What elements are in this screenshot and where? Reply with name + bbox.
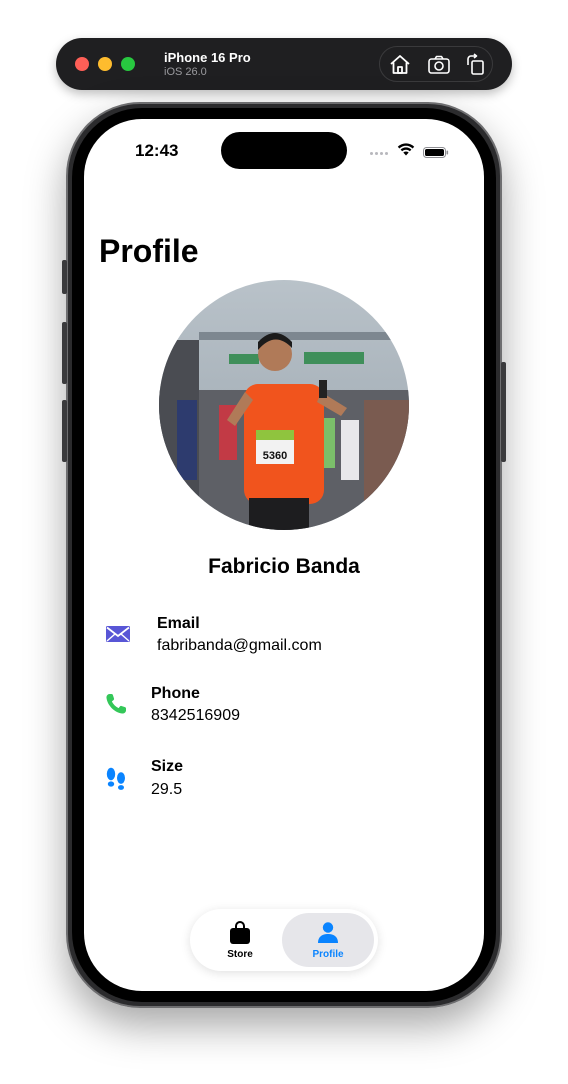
size-value: 29.5 — [151, 781, 183, 798]
device-name: iPhone 16 Pro — [164, 50, 251, 65]
phone-label: Phone — [151, 685, 200, 702]
bag-icon — [229, 921, 251, 945]
email-row: Email fabribanda@gmail.com — [84, 615, 484, 665]
tab-store[interactable]: Store — [194, 913, 286, 967]
battery-icon — [423, 145, 449, 158]
phone-value: 8342516909 — [151, 707, 240, 724]
envelope-icon — [105, 621, 131, 647]
screenshot-icon[interactable] — [427, 53, 451, 77]
simulator-toolbar: iPhone 16 Pro iOS 26.0 — [56, 38, 512, 90]
email-value: fabribanda@gmail.com — [157, 637, 322, 654]
size-label: Size — [151, 758, 184, 775]
action-button — [62, 260, 67, 294]
tab-profile-label: Profile — [312, 949, 344, 960]
status-time: 12:43 — [135, 141, 179, 160]
tab-store-label: Store — [227, 949, 253, 960]
home-icon[interactable] — [388, 53, 412, 77]
size-row: Size 29.5 — [84, 758, 484, 808]
rotate-icon[interactable] — [464, 53, 488, 77]
os-version: iOS 26.0 — [164, 66, 207, 78]
user-name: Fabricio Banda — [208, 555, 360, 578]
email-label: Email — [157, 615, 200, 632]
tab-bar: Store Profile — [190, 909, 378, 971]
cellular-signal-icon — [370, 152, 388, 155]
phone-row: Phone 8342516909 — [84, 685, 484, 735]
zoom-window-button[interactable] — [121, 57, 135, 71]
simulator-tools — [379, 46, 493, 82]
volume-up-button — [62, 322, 67, 384]
person-icon — [317, 921, 339, 945]
footprints-icon — [103, 765, 129, 791]
bib-number: 5360 — [263, 450, 287, 462]
side-button — [501, 362, 506, 462]
profile-photo[interactable]: 5360 — [159, 280, 409, 530]
page-title: Profile — [99, 233, 199, 269]
phone-icon — [103, 691, 129, 717]
tab-profile[interactable]: Profile — [282, 913, 374, 967]
close-window-button[interactable] — [75, 57, 89, 71]
phone-screen: 12:43 Profile 5360 Fabricio Banda Email … — [84, 119, 484, 991]
wifi-icon — [397, 142, 415, 156]
dynamic-island — [221, 132, 347, 169]
volume-down-button — [62, 400, 67, 462]
minimize-window-button[interactable] — [98, 57, 112, 71]
